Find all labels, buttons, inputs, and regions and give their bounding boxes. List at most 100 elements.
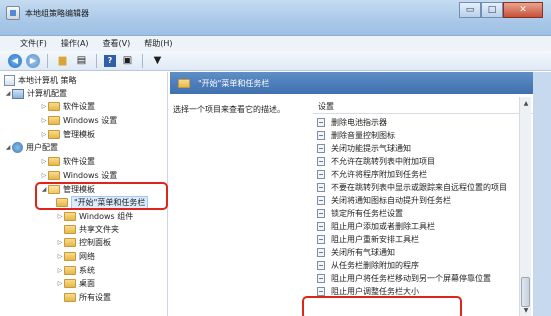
tree-highlight-callout: [35, 182, 168, 210]
toolbar-separator: [96, 53, 97, 68]
list-item[interactable]: 删除电池指示器: [313, 116, 518, 129]
close-button[interactable]: ✕: [503, 2, 543, 18]
description-text: 选择一个项目来查看它的描述。: [173, 105, 285, 114]
tree-item-c-windows[interactable]: ▷ Windows 设置: [40, 114, 117, 127]
tree-item-control-panel[interactable]: ▷ 控制面板: [56, 236, 111, 249]
folder-icon[interactable]: ▆: [55, 53, 70, 68]
collapse-arrow-icon[interactable]: ▷: [40, 103, 48, 110]
list-item[interactable]: 阻止用户添加或者删除工具栏: [313, 220, 518, 233]
list-item[interactable]: 从任务栏删除附加的程序: [313, 259, 518, 272]
back-arrow-icon[interactable]: ◀: [8, 53, 22, 68]
folder-icon: [64, 279, 76, 288]
list-item[interactable]: 不允许将程序附加到任务栏: [313, 168, 518, 181]
tree-item-windows-components[interactable]: ▷ Windows 组件: [56, 210, 133, 223]
collapse-arrow-icon[interactable]: ▷: [56, 267, 64, 274]
folder-icon: [48, 102, 60, 111]
window-right-edge: [533, 72, 551, 316]
folder-icon: [64, 225, 76, 234]
filter-icon[interactable]: ▼: [150, 53, 165, 68]
folder-icon: [64, 266, 76, 275]
setting-icon: [317, 144, 325, 153]
setting-icon: [317, 196, 325, 205]
setting-icon: [317, 235, 325, 244]
folder-icon: [178, 78, 190, 88]
maximize-button[interactable]: □: [481, 2, 503, 18]
tree-item-system[interactable]: ▷ 系统: [56, 264, 95, 277]
folder-icon: [64, 293, 76, 302]
setting-icon: [317, 170, 325, 179]
setting-icon: [317, 157, 325, 166]
list-item[interactable]: 阻止用户将任务栏移动到另一个屏幕停靠位置: [313, 272, 518, 285]
tree-user-config[interactable]: ◢ 用户配置: [4, 141, 58, 154]
collapse-arrow-icon[interactable]: ▷: [40, 172, 48, 179]
setting-icon: [317, 131, 325, 140]
tree-item-shared-folders[interactable]: 共享文件夹: [64, 223, 119, 236]
collapse-arrow-icon[interactable]: ▷: [40, 131, 48, 138]
setting-icon: [317, 118, 325, 127]
list-item[interactable]: 阻止用户重新安排工具栏: [313, 233, 518, 246]
list-item[interactable]: 关闭所有气球通知: [313, 246, 518, 259]
list-highlight-callout: [302, 296, 462, 316]
collapse-arrow-icon[interactable]: ▷: [56, 239, 64, 246]
details-header-title: "开始"菜单和任务栏: [198, 78, 270, 88]
collapse-arrow-icon[interactable]: ▷: [40, 117, 48, 124]
folder-icon: [48, 116, 60, 125]
setting-icon: [317, 222, 325, 231]
vertical-scrollbar[interactable]: ▲ ▼: [519, 97, 531, 316]
setting-icon: [317, 274, 325, 283]
toolbar: ◀ ▶ ▆ ▤ ? ▣ ▼: [0, 51, 551, 71]
toolbar-separator: [142, 53, 143, 68]
column-header-settings[interactable]: 设置: [313, 100, 533, 114]
help-icon[interactable]: ?: [104, 54, 116, 67]
tree-computer-config[interactable]: ◢ 计算机配置: [4, 87, 67, 100]
collapse-arrow-icon[interactable]: ▷: [40, 158, 48, 165]
menu-help[interactable]: 帮助(H): [142, 38, 174, 49]
tree-item-c-software[interactable]: ▷ 软件设置: [40, 100, 95, 113]
menu-action[interactable]: 操作(A): [59, 38, 91, 49]
tree-item-desktop[interactable]: ▷ 桌面: [56, 277, 95, 290]
properties-icon[interactable]: ▤: [74, 53, 89, 68]
scrollbar-thumb[interactable]: [521, 277, 530, 307]
gpedit-app-icon: [6, 6, 20, 20]
menu-file[interactable]: 文件(F): [18, 38, 49, 49]
folder-icon: [48, 171, 60, 180]
expand-arrow-icon[interactable]: ◢: [4, 144, 12, 151]
list-item[interactable]: 不允许在跳转列表中附加项目: [313, 155, 518, 168]
tree-item-u-windows[interactable]: ▷ Windows 设置: [40, 169, 117, 182]
expand-arrow-icon[interactable]: ◢: [4, 90, 12, 97]
tree-item-u-software[interactable]: ▷ 软件设置: [40, 155, 95, 168]
tree-root[interactable]: 本地计算机 策略: [4, 74, 77, 87]
folder-icon: [48, 157, 60, 166]
list-item[interactable]: 不要在跳转列表中显示或跟踪来自远程位置的项目: [313, 181, 518, 194]
scroll-down-arrow-icon[interactable]: ▼: [520, 304, 532, 316]
policy-icon: [4, 75, 15, 86]
menu-bar: 文件(F) 操作(A) 查看(V) 帮助(H): [0, 36, 551, 51]
tree-item-all-settings[interactable]: 所有设置: [64, 291, 111, 304]
window-controls: ▭ □ ✕: [459, 2, 543, 20]
forward-arrow-icon[interactable]: ▶: [26, 53, 40, 68]
tree-item-network[interactable]: ▷ 网络: [56, 250, 95, 263]
menu-view[interactable]: 查看(V): [101, 38, 133, 49]
view-icon[interactable]: ▣: [120, 53, 135, 68]
setting-icon: [317, 183, 325, 192]
title-bar: 本地组策略编辑器 ▭ □ ✕: [0, 0, 551, 36]
details-header: "开始"菜单和任务栏: [170, 72, 551, 94]
collapse-arrow-icon[interactable]: ▷: [56, 213, 64, 220]
user-icon: [12, 142, 23, 153]
list-item[interactable]: 关闭将通知图标自动提升到任务栏: [313, 194, 518, 207]
tree-item-c-admin[interactable]: ▷ 管理模板: [40, 128, 95, 141]
list-item[interactable]: 删除音量控制图标: [313, 129, 518, 142]
collapse-arrow-icon[interactable]: ▷: [56, 253, 64, 260]
window-title: 本地组策略编辑器: [25, 9, 89, 18]
collapse-arrow-icon[interactable]: ▷: [56, 280, 64, 287]
list-item[interactable]: 关闭功能提示气球通知: [313, 142, 518, 155]
scroll-up-arrow-icon[interactable]: ▲: [520, 97, 532, 109]
list-item[interactable]: 锁定所有任务栏设置: [313, 207, 518, 220]
setting-icon: [317, 261, 325, 270]
computer-icon: [12, 88, 24, 99]
setting-icon: [317, 248, 325, 257]
folder-icon: [48, 130, 60, 139]
folder-icon: [64, 212, 76, 221]
folder-icon: [64, 238, 76, 247]
minimize-button[interactable]: ▭: [459, 2, 481, 18]
